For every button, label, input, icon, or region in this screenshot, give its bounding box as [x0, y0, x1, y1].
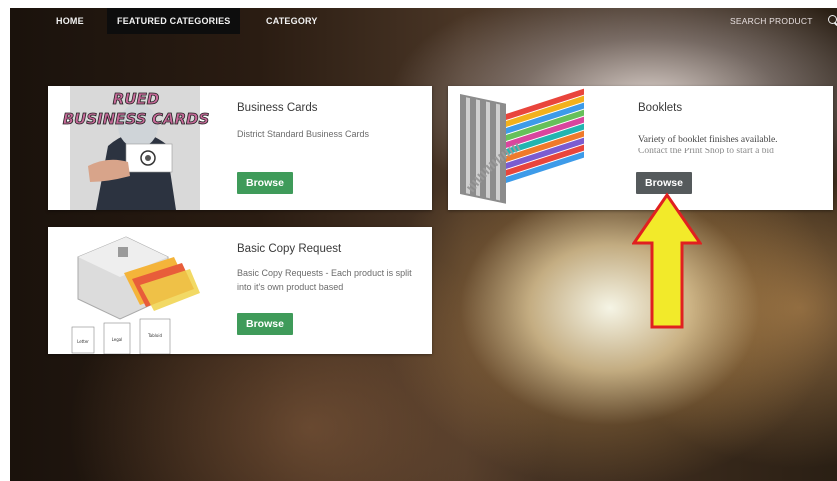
svg-text:RUED: RUED	[113, 90, 159, 108]
nav-home[interactable]: HOME	[56, 8, 84, 34]
card-description: Basic Copy Requests - Each product is sp…	[237, 268, 412, 292]
card-business-cards: RUED BUSINESS CARDS Business Cards Distr…	[48, 86, 432, 210]
business-cards-image: RUED BUSINESS CARDS	[48, 86, 224, 210]
browse-button[interactable]: Browse	[237, 172, 293, 194]
paper-size-letter: Letter	[77, 339, 89, 344]
card-basic-copy-request: Letter Legal Tabloid Basic Copy Request …	[48, 227, 432, 354]
nav-category[interactable]: CATEGORY	[266, 8, 318, 34]
nav-search-product[interactable]: SEARCH PRODUCT	[730, 8, 813, 34]
card-description: Variety of booklet finishes available.	[638, 135, 778, 145]
browse-button[interactable]: Browse	[237, 313, 293, 335]
nav-featured-categories[interactable]: FEATURED CATEGORIES	[107, 8, 241, 34]
copy-request-thumbnail: Letter Legal Tabloid	[48, 227, 224, 354]
svg-text:BUSINESS CARDS: BUSINESS CARDS	[63, 110, 210, 128]
booklets-image	[448, 86, 598, 210]
annotation-arrow-up	[632, 192, 702, 329]
business-cards-thumbnail: RUED BUSINESS CARDS	[48, 86, 224, 210]
paper-size-tabloid: Tabloid	[147, 333, 162, 338]
card-title[interactable]: Booklets	[638, 102, 682, 114]
paper-size-legal: Legal	[112, 337, 123, 342]
search-icon[interactable]	[828, 15, 837, 24]
booklets-thumbnail	[448, 86, 598, 210]
hero-background: HOME FEATURED CATEGORIES CATEGORY SEARCH…	[10, 8, 837, 481]
card-title[interactable]: Basic Copy Request	[237, 243, 341, 255]
card-title[interactable]: Business Cards	[237, 102, 318, 114]
card-description: District Standard Business Cards	[237, 129, 370, 139]
top-nav: HOME FEATURED CATEGORIES CATEGORY SEARCH…	[10, 8, 837, 36]
card-description-more: Contact the Print Shop to start a bid	[638, 148, 774, 154]
copy-request-image: Letter Legal Tabloid	[48, 227, 224, 354]
